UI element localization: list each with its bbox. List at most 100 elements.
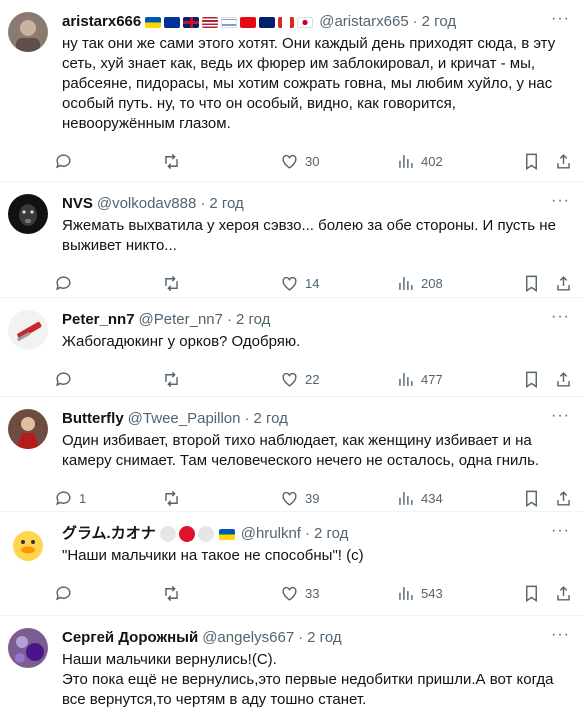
reply-button[interactable]: 1 <box>54 489 86 508</box>
avatar[interactable] <box>8 12 48 52</box>
views-count: 208 <box>421 276 443 291</box>
avatar[interactable] <box>8 310 48 350</box>
flag-emojis <box>145 16 314 28</box>
share-button[interactable] <box>554 274 573 293</box>
reply-icon <box>56 154 71 169</box>
author-handle[interactable]: @aristarx665 <box>319 12 408 32</box>
avatar[interactable] <box>8 409 48 449</box>
more-icon[interactable]: ··· <box>551 193 570 209</box>
retweet-icon <box>165 490 178 507</box>
tweet-text: Яжемать выхватила у хероя сэвзо... болею… <box>62 217 556 254</box>
tweet[interactable]: Peter_nn7 @Peter_nn7 · 2 год ··· Жабогад… <box>0 298 584 397</box>
tweet[interactable]: Butterfly @Twee_Papillon · 2 год ··· Оди… <box>0 397 584 512</box>
like-button[interactable]: 14 <box>280 274 319 293</box>
author-name[interactable]: グラム.カオナ <box>62 524 156 544</box>
author-handle[interactable]: @Peter_nn7 <box>139 310 223 330</box>
bookmark-button[interactable] <box>522 489 541 508</box>
like-icon <box>282 372 297 387</box>
more-icon[interactable]: ··· <box>551 11 570 27</box>
like-count: 22 <box>305 372 320 387</box>
action-bar: 33 543 <box>56 578 570 610</box>
bookmark-button[interactable] <box>522 370 541 389</box>
more-icon[interactable]: ··· <box>551 627 570 643</box>
reply-button[interactable] <box>54 152 79 171</box>
retweet-button[interactable] <box>162 370 181 389</box>
action-bar: 1 39 434 <box>56 483 570 515</box>
timestamp[interactable]: 2 год <box>209 194 243 214</box>
tweet-text: Один избивает, второй тихо наблюдает, ка… <box>62 432 540 469</box>
views-button[interactable]: 477 <box>396 370 443 389</box>
author-handle[interactable]: @hrulknf <box>241 524 301 544</box>
author-name[interactable]: Peter_nn7 <box>62 310 135 330</box>
timestamp[interactable]: 2 год <box>253 409 287 429</box>
tweet[interactable]: Сергей Дорожный @angelys667 · 2 год ··· … <box>0 616 584 722</box>
like-button[interactable]: 33 <box>280 584 319 603</box>
flag-israel-icon <box>221 16 238 28</box>
like-button[interactable]: 22 <box>280 370 319 389</box>
author-name[interactable]: NVS <box>62 194 93 214</box>
views-button[interactable]: 402 <box>396 152 443 171</box>
tweet[interactable]: NVS @volkodav888 · 2 год ··· Яжемать вых… <box>0 182 584 298</box>
views-button[interactable]: 434 <box>396 489 443 508</box>
tweet[interactable]: グラム.カオナ @hrulknf · 2 год ··· "Наши мальч… <box>0 512 584 616</box>
views-count: 543 <box>421 586 443 601</box>
separator-dot: · <box>304 525 310 542</box>
flag-eu-icon <box>164 16 181 28</box>
retweet-button[interactable] <box>162 584 181 603</box>
avatar[interactable] <box>8 194 48 234</box>
views-icon <box>399 492 413 505</box>
timestamp[interactable]: 2 год <box>307 628 341 648</box>
author-name[interactable]: Butterfly <box>62 409 124 429</box>
retweet-button[interactable] <box>162 152 181 171</box>
bookmark-button[interactable] <box>522 584 541 603</box>
share-button[interactable] <box>554 152 573 171</box>
like-icon <box>282 154 297 169</box>
bookmark-button[interactable] <box>522 152 541 171</box>
retweet-icon <box>165 153 178 170</box>
author-name[interactable]: aristarx666 <box>62 12 141 32</box>
flag-canada-icon <box>278 16 295 28</box>
red-circle-icon <box>178 526 195 542</box>
timestamp[interactable]: 2 год <box>236 310 270 330</box>
like-button[interactable]: 39 <box>280 489 319 508</box>
action-bar: 22 477 <box>56 364 570 396</box>
reply-button[interactable] <box>54 584 79 603</box>
separator-dot: · <box>298 629 304 646</box>
tweet-text: Жабогадюкинг у орков? Одобряю. <box>62 333 301 350</box>
flag-ukraine-icon <box>145 16 162 28</box>
more-icon[interactable]: ··· <box>551 309 570 325</box>
reply-icon <box>56 491 71 506</box>
timestamp[interactable]: 2 год <box>422 12 456 32</box>
more-icon[interactable]: ··· <box>551 408 570 424</box>
avatar[interactable] <box>8 628 48 668</box>
timestamp[interactable]: 2 год <box>314 524 348 544</box>
tweet[interactable]: aristarx666 @aristarx665 · 2 год ··· ну … <box>0 0 584 182</box>
retweet-icon <box>165 275 178 292</box>
author-handle[interactable]: @angelys667 <box>202 628 294 648</box>
share-button[interactable] <box>554 489 573 508</box>
retweet-button[interactable] <box>162 274 181 293</box>
share-icon <box>557 586 570 601</box>
avatar[interactable] <box>8 524 48 564</box>
views-icon <box>399 587 413 600</box>
separator-dot: · <box>200 195 206 212</box>
more-icon[interactable]: ··· <box>551 523 570 539</box>
reply-button[interactable] <box>54 274 79 293</box>
views-button[interactable]: 208 <box>396 274 443 293</box>
reply-button[interactable] <box>54 370 79 389</box>
share-icon <box>557 491 570 506</box>
like-button[interactable]: 30 <box>280 152 319 171</box>
bookmark-icon <box>526 371 537 388</box>
share-button[interactable] <box>554 584 573 603</box>
share-button[interactable] <box>554 370 573 389</box>
like-count: 39 <box>305 491 320 506</box>
reply-icon <box>56 586 71 601</box>
views-button[interactable]: 543 <box>396 584 443 603</box>
author-handle[interactable]: @Twee_Papillon <box>128 409 241 429</box>
bookmark-button[interactable] <box>522 274 541 293</box>
views-icon <box>399 155 413 168</box>
retweet-button[interactable] <box>162 489 181 508</box>
author-handle[interactable]: @volkodav888 <box>97 194 196 214</box>
flag-usa-icon <box>202 16 219 28</box>
author-name[interactable]: Сергей Дорожный <box>62 628 198 648</box>
